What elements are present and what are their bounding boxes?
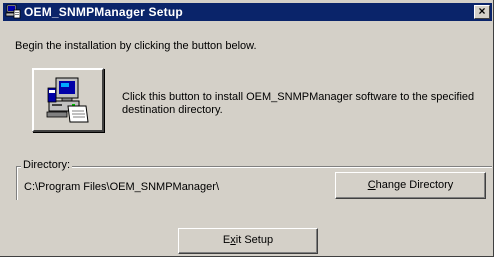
setup-computer-icon	[46, 77, 89, 123]
directory-label: Directory:	[21, 159, 73, 171]
exit-label-end: it Setup	[235, 234, 274, 246]
install-description: Click this button to install OEM_SNMPMan…	[122, 91, 475, 116]
directory-path: C:\Program Files\OEM_SNMPManager\	[24, 181, 219, 193]
intro-text: Begin the installation by clicking the b…	[15, 40, 257, 52]
title-bar[interactable]: OEM_SNMPManager Setup ×	[3, 3, 492, 21]
setup-app-icon	[5, 4, 21, 20]
window-title: OEM_SNMPManager Setup	[24, 5, 183, 19]
close-button[interactable]: ×	[474, 5, 490, 19]
change-directory-hotkey: C	[367, 179, 376, 191]
install-button[interactable]	[32, 68, 104, 132]
change-directory-button[interactable]: Change Directory	[335, 172, 486, 199]
setup-window: OEM_SNMPManager Setup × Begin the instal…	[0, 0, 494, 257]
exit-setup-button[interactable]: Exit Setup	[178, 228, 318, 254]
close-icon: ×	[478, 4, 486, 18]
change-directory-label: hange Directory	[375, 179, 454, 191]
